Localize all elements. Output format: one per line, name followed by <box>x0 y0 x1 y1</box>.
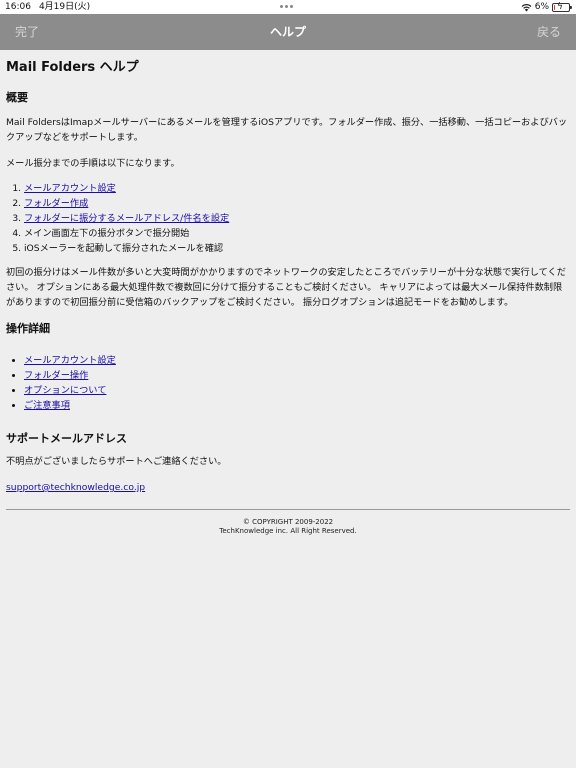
operations-item: フォルダー操作 <box>24 368 570 383</box>
nav-title: ヘルプ <box>269 25 306 39</box>
status-time: 16:06 <box>5 2 31 12</box>
navigation-bar: 完了 ヘルプ 戻る <box>0 14 576 50</box>
operations-item: オプションについて <box>24 383 570 398</box>
multitask-dots-icon[interactable] <box>280 5 296 9</box>
divider <box>6 509 570 510</box>
footer: © COPYRIGHT 2009-2022 TechKnowledge inc.… <box>6 518 570 536</box>
wifi-icon <box>521 3 532 11</box>
status-right: 6% ϟ <box>521 0 572 14</box>
page-title: Mail Folders ヘルプ <box>6 60 139 75</box>
status-date: 4月19日(火) <box>38 2 91 12</box>
ops-link-options[interactable]: オプションについて <box>24 385 106 396</box>
battery-fill <box>554 4 555 10</box>
step-item: メールアカウント設定 <box>24 181 570 196</box>
operations-item: ご注意事項 <box>24 398 570 413</box>
overview-paragraph-1: Mail FoldersはImapメールサーバーにあるメールを管理するiOSアプ… <box>6 117 568 143</box>
operations-item: メールアカウント設定 <box>24 353 570 368</box>
overview-heading: 概要 <box>6 91 28 104</box>
battery-icon: ϟ <box>552 1 572 12</box>
charging-bolt-icon: ϟ <box>557 1 563 12</box>
ops-link-mail-account[interactable]: メールアカウント設定 <box>24 355 116 366</box>
status-bar: 16:06 4月19日(火) 6% ϟ <box>0 0 576 14</box>
overview-paragraph-3: 初回の振分けはメール件数が多いと大変時間がかかりますのでネットワークの安定したと… <box>6 267 566 308</box>
support-email-link[interactable]: support@techknowledge.co.jp <box>6 480 145 495</box>
footer-copyright: © COPYRIGHT 2009-2022 <box>242 518 334 526</box>
ops-link-folder-operation[interactable]: フォルダー操作 <box>24 370 88 381</box>
step-item: iOSメーラーを起動して振分されたメールを確認 <box>24 241 570 256</box>
steps-list: メールアカウント設定 フォルダー作成 フォルダーに振分するメールアドレス/件名を… <box>24 181 570 256</box>
help-content[interactable]: Mail Folders ヘルプ 概要 Mail FoldersはImapメール… <box>6 50 570 536</box>
step-item: フォルダー作成 <box>24 196 570 211</box>
operations-list: メールアカウント設定 フォルダー操作 オプションについて ご注意事項 <box>24 353 570 413</box>
back-button[interactable]: 戻る <box>537 14 561 50</box>
overview-paragraph-2: メール振分までの手順は以下になります。 <box>6 158 180 169</box>
support-text: 不明点がございましたらサポートへご連絡ください。 <box>6 456 227 467</box>
battery-percent: 6% <box>534 2 549 12</box>
ops-link-notes[interactable]: ご注意事項 <box>24 400 70 411</box>
step-link-folder-rules[interactable]: フォルダーに振分するメールアドレス/件名を設定 <box>24 213 229 224</box>
step-item: メイン画面左下の振分ボタンで振分開始 <box>24 226 570 241</box>
step-link-mail-account[interactable]: メールアカウント設定 <box>24 183 116 194</box>
support-heading: サポートメールアドレス <box>6 432 127 445</box>
step-link-create-folder[interactable]: フォルダー作成 <box>24 198 88 209</box>
footer-company: TechKnowledge inc. All Right Reserved. <box>219 527 357 535</box>
step-item: フォルダーに振分するメールアドレス/件名を設定 <box>24 211 570 226</box>
status-left: 16:06 4月19日(火) <box>5 0 90 14</box>
operations-heading: 操作詳細 <box>6 322 50 335</box>
